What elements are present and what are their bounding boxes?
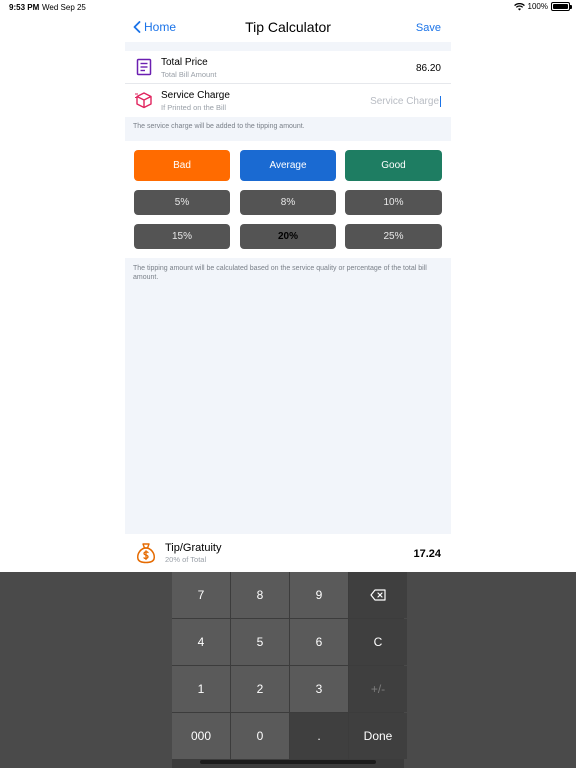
plus-minus-key[interactable]: +/- [349, 666, 407, 712]
key-5[interactable]: 5 [231, 619, 289, 665]
battery-percent: 100% [527, 2, 548, 11]
total-price-row[interactable]: Total Price Total Bill Amount 86.20 [125, 51, 451, 84]
percent-20-button-selected[interactable]: 20% [240, 224, 336, 249]
backspace-key[interactable] [349, 572, 407, 618]
percent-5-button[interactable]: 5% [134, 190, 230, 215]
save-button[interactable]: Save [416, 22, 441, 34]
service-charge-subtitle: If Printed on the Bill [161, 103, 227, 112]
money-bag-icon [137, 543, 155, 564]
total-price-subtitle: Total Bill Amount [161, 70, 217, 79]
service-charge-title: Service Charge [161, 90, 230, 101]
page-title: Tip Calculator [245, 19, 331, 35]
numeric-keyboard: 7 8 9 4 5 6 C 1 2 3 +/- 000 0 . Done [0, 572, 576, 768]
status-date: Wed Sep 25 [42, 3, 86, 12]
done-key[interactable]: Done [349, 713, 407, 759]
tipping-note-section: The tipping amount will be calculated ba… [125, 258, 451, 534]
good-button[interactable]: Good [345, 150, 442, 181]
navigation-bar: Home Tip Calculator Save [125, 14, 451, 42]
key-3[interactable]: 3 [290, 666, 348, 712]
key-8[interactable]: 8 [231, 572, 289, 618]
total-price-value[interactable]: 86.20 [416, 63, 441, 74]
wifi-icon [513, 2, 525, 10]
decimal-key[interactable]: . [290, 713, 348, 759]
key-1[interactable]: 1 [172, 666, 230, 712]
tip-options: Bad Average Good 5% 8% 10% 15% 20% 25% [125, 141, 451, 258]
clear-key[interactable]: C [349, 619, 407, 665]
key-6[interactable]: 6 [290, 619, 348, 665]
receipt-icon [136, 58, 152, 76]
bad-button[interactable]: Bad [134, 150, 230, 181]
average-button[interactable]: Average [240, 150, 336, 181]
package-icon [135, 92, 152, 109]
key-0[interactable]: 0 [231, 713, 289, 759]
tip-amount: 17.24 [413, 548, 441, 560]
percent-8-button[interactable]: 8% [240, 190, 336, 215]
key-000[interactable]: 000 [172, 713, 230, 759]
status-time: 9:53 PM [9, 3, 40, 12]
top-spacer [125, 42, 451, 51]
percent-15-button[interactable]: 15% [134, 224, 230, 249]
service-charge-row[interactable]: Service Charge If Printed on the Bill Se… [125, 84, 451, 117]
service-note-section: The service charge will be added to the … [125, 117, 451, 141]
tip-subtitle: 20% of Total [165, 555, 207, 564]
key-2[interactable]: 2 [231, 666, 289, 712]
key-7[interactable]: 7 [172, 572, 230, 618]
status-right: 100% [513, 2, 572, 11]
tip-title: Tip/Gratuity [165, 542, 222, 554]
key-4[interactable]: 4 [172, 619, 230, 665]
key-9[interactable]: 9 [290, 572, 348, 618]
home-indicator [200, 760, 376, 764]
tipping-note: The tipping amount will be calculated ba… [133, 265, 427, 281]
tip-result-row: Tip/Gratuity 20% of Total 17.24 [125, 534, 451, 570]
percent-10-button[interactable]: 10% [345, 190, 442, 215]
battery-icon [551, 2, 572, 11]
input-rows: Total Price Total Bill Amount 86.20 Serv… [125, 51, 451, 117]
keypad-grid: 7 8 9 4 5 6 C 1 2 3 +/- 000 0 . Done [172, 572, 407, 768]
service-charge-input[interactable]: Service Charge [370, 96, 441, 107]
total-price-title: Total Price [161, 57, 208, 68]
service-note: The service charge will be added to the … [133, 123, 305, 130]
backspace-icon [370, 589, 386, 601]
percent-25-button[interactable]: 25% [345, 224, 442, 249]
